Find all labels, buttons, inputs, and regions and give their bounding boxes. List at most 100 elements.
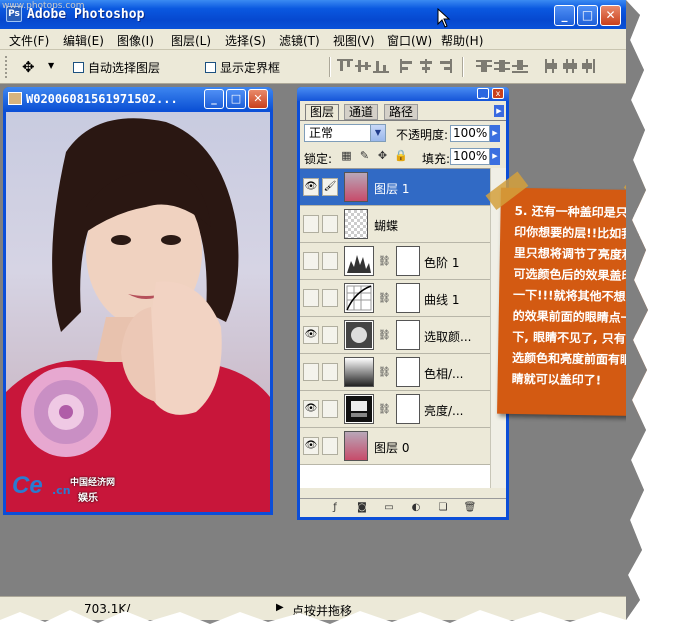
eye-icon[interactable]: 👁 <box>303 178 319 196</box>
tool-preset-arrow-icon[interactable]: ▼ <box>48 61 54 70</box>
tab-paths[interactable]: 路径 <box>384 104 419 120</box>
palette-title-bar[interactable]: _ x <box>297 87 509 101</box>
canvas-photo[interactable]: Ce .cn 中国经济网 娱乐 <box>6 112 270 512</box>
eye-icon[interactable]: 👁 <box>303 326 319 344</box>
fill-field[interactable]: 100% <box>450 148 490 165</box>
palette-footer: ƒ ◙ ▭ ◐ ❏ 🗑 <box>300 498 506 517</box>
palette-close-button[interactable]: x <box>492 88 504 99</box>
lock-transparency-icon[interactable]: ▦ <box>340 149 353 163</box>
distribute-top-icon[interactable] <box>476 59 492 73</box>
layer-row[interactable]: 蝴蝶 <box>300 206 490 243</box>
palette-menu-arrow-icon[interactable]: ▶ <box>494 105 504 117</box>
menu-window[interactable]: 窗口(W) <box>387 32 432 49</box>
layer-mask-thumbnail <box>396 283 420 313</box>
layers-list: 👁 🖌 图层 1 蝴蝶 ⛓ 色阶 1 ⛓ 曲线 1 👁 ⛓ 选取颜... ⛓ 色… <box>300 168 490 488</box>
new-adjustment-layer-icon[interactable]: ◐ <box>409 501 423 515</box>
fill-slider-arrow-icon[interactable]: ▶ <box>490 148 500 165</box>
site-watermark: www.photops.com <box>2 1 85 11</box>
new-group-icon[interactable]: ▭ <box>382 501 396 515</box>
chain-link-icon[interactable]: ⛓ <box>378 256 391 267</box>
distribute-vertical-center-icon[interactable] <box>494 59 510 73</box>
toolbar-grip[interactable] <box>5 56 9 78</box>
chevron-down-icon[interactable]: ▼ <box>370 125 385 141</box>
site-watermark-logo: Ce .cn 中国经济网 娱乐 <box>12 472 132 506</box>
menu-help[interactable]: 帮助(H) <box>441 32 483 49</box>
doc-minimize-button[interactable]: _ <box>204 89 224 109</box>
chain-link-icon[interactable]: ⛓ <box>378 293 391 304</box>
brush-icon[interactable]: 🖌 <box>322 178 338 196</box>
menu-edit[interactable]: 编辑(E) <box>63 32 104 49</box>
annotation-note: 5. 还有一种盖印是只盖印你想要的层!!比如我这里只想将调节了亮度和可选颜色后的… <box>485 171 667 417</box>
doc-maximize-button[interactable]: □ <box>226 89 246 109</box>
eye-hidden-slot[interactable] <box>303 289 319 307</box>
menu-file[interactable]: 文件(F) <box>9 32 49 49</box>
auto-select-layer-checkbox[interactable] <box>73 62 84 73</box>
align-right-icon[interactable] <box>436 59 452 73</box>
palette-minimize-button[interactable]: _ <box>477 88 489 99</box>
minimize-button[interactable]: _ <box>554 5 575 26</box>
distribute-right-icon[interactable] <box>580 59 596 73</box>
tab-layers[interactable]: 图层 <box>305 104 340 120</box>
opacity-slider-arrow-icon[interactable]: ▶ <box>490 125 500 142</box>
layer-row[interactable]: 👁 图层 0 <box>300 428 490 465</box>
chain-link-icon[interactable]: ⛓ <box>378 330 391 341</box>
auto-select-layer-label: 自动选择图层 <box>88 61 161 75</box>
eye-hidden-slot[interactable] <box>303 363 319 381</box>
distribute-left-icon[interactable] <box>544 59 560 73</box>
layer-row[interactable]: 👁 🖌 图层 1 <box>300 169 490 206</box>
menu-filter[interactable]: 滤镜(T) <box>279 32 320 49</box>
lock-position-icon[interactable]: ✥ <box>376 149 389 163</box>
menu-select[interactable]: 选择(S) <box>225 32 266 49</box>
layer-mask-thumbnail <box>396 357 420 387</box>
chain-link-icon[interactable]: ⛓ <box>378 404 391 415</box>
layer-mask-thumbnail <box>396 246 420 276</box>
move-tool-icon[interactable]: ✥ <box>22 58 35 76</box>
align-horizontal-center-icon[interactable] <box>418 59 434 73</box>
link-slot[interactable] <box>322 326 338 344</box>
menu-view[interactable]: 视图(V) <box>333 32 375 49</box>
portrait-image <box>6 118 270 512</box>
align-top-icon[interactable] <box>337 59 353 73</box>
menu-layer[interactable]: 图层(L) <box>171 32 211 49</box>
menu-image[interactable]: 图像(I) <box>117 32 154 49</box>
logo-channel-name: 娱乐 <box>78 493 98 504</box>
distribute-horizontal-center-icon[interactable] <box>562 59 578 73</box>
doc-close-button[interactable]: ✕ <box>248 89 268 109</box>
layer-row[interactable]: ⛓ 色阶 1 <box>300 243 490 280</box>
status-bar: 703.1K/ ▶ 点按并拖移 <box>0 596 626 620</box>
eye-icon[interactable]: 👁 <box>303 437 319 455</box>
align-bottom-icon[interactable] <box>373 59 389 73</box>
link-slot[interactable] <box>322 437 338 455</box>
title-bar[interactable]: Ps Adobe Photoshop _ □ ✕ <box>0 0 626 29</box>
add-mask-icon[interactable]: ◙ <box>355 501 369 515</box>
close-button[interactable]: ✕ <box>600 5 621 26</box>
eye-hidden-slot[interactable] <box>303 252 319 270</box>
layer-style-icon[interactable]: ƒ <box>328 501 342 515</box>
align-left-icon[interactable] <box>400 59 416 73</box>
show-bounding-box-checkbox[interactable] <box>205 62 216 73</box>
trash-icon[interactable]: 🗑 <box>463 501 477 515</box>
layer-row[interactable]: 👁 ⛓ 选取颜... <box>300 317 490 354</box>
new-layer-icon[interactable]: ❏ <box>436 501 450 515</box>
eye-hidden-slot[interactable] <box>303 215 319 233</box>
lock-all-icon[interactable]: 🔒 <box>394 149 408 163</box>
link-slot[interactable] <box>322 215 338 233</box>
align-vertical-center-icon[interactable] <box>355 59 371 73</box>
opacity-field[interactable]: 100% <box>450 125 490 142</box>
lock-image-icon[interactable]: ✎ <box>358 149 371 163</box>
tab-channels[interactable]: 通道 <box>344 104 379 120</box>
layer-row[interactable]: ⛓ 曲线 1 <box>300 280 490 317</box>
chain-link-icon[interactable]: ⛓ <box>378 367 391 378</box>
link-slot[interactable] <box>322 289 338 307</box>
link-slot[interactable] <box>322 363 338 381</box>
document-title-bar[interactable]: W02006081561971502... _ □ ✕ <box>3 87 273 111</box>
link-slot[interactable] <box>322 400 338 418</box>
layer-row[interactable]: 👁 ⛓ 亮度/... <box>300 391 490 428</box>
eye-icon[interactable]: 👁 <box>303 400 319 418</box>
blend-mode-select[interactable]: 正常 ▼ <box>304 124 386 142</box>
distribute-bottom-icon[interactable] <box>512 59 528 73</box>
status-menu-arrow-icon[interactable]: ▶ <box>276 602 284 613</box>
link-slot[interactable] <box>322 252 338 270</box>
layer-row[interactable]: ⛓ 色相/... <box>300 354 490 391</box>
maximize-button[interactable]: □ <box>577 5 598 26</box>
